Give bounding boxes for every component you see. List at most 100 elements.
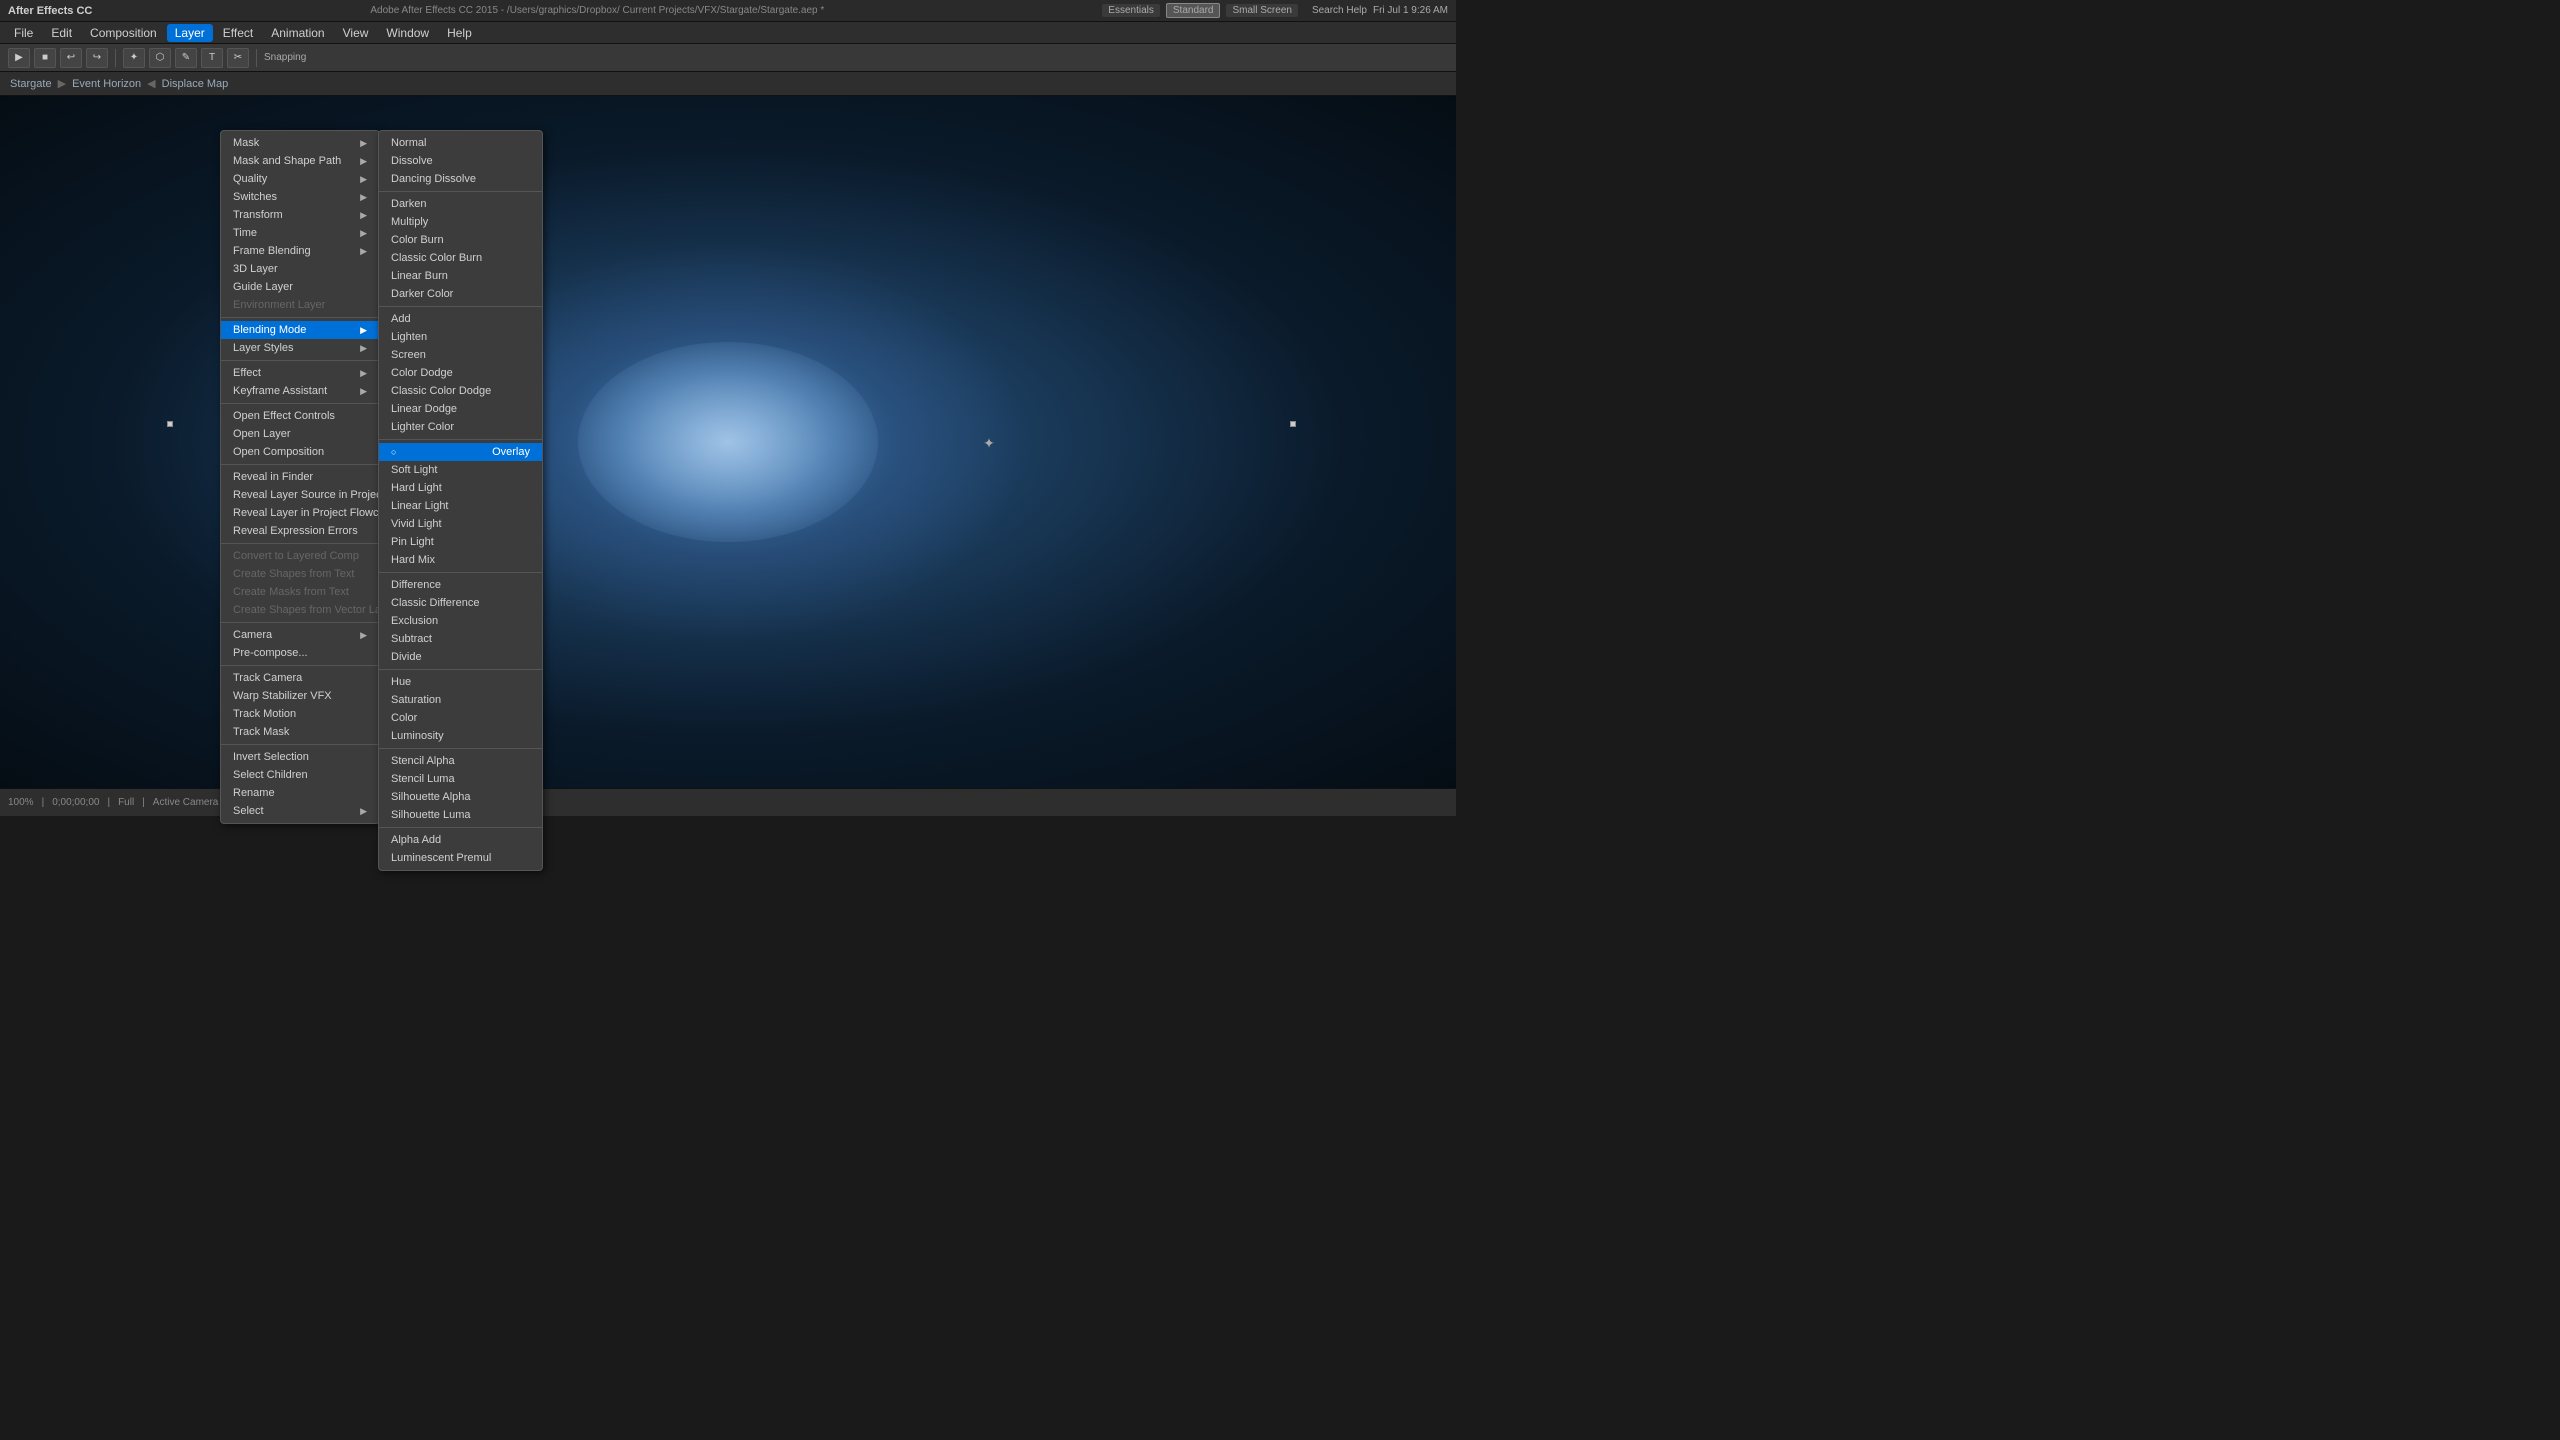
blend-classic-color-burn[interactable]: Classic Color Burn — [379, 249, 542, 267]
workspace-small-screen[interactable]: Small Screen — [1226, 4, 1297, 17]
workspace-essentials[interactable]: Essentials — [1102, 4, 1160, 17]
menu-effect[interactable]: Effect — [215, 24, 261, 42]
menu-mask[interactable]: Mask ▶ — [221, 134, 379, 152]
menu-animation[interactable]: Animation — [263, 24, 332, 42]
menu-reveal-flowchart[interactable]: Reveal Layer in Project Flowchart — [221, 504, 379, 522]
toolbar-btn-2[interactable]: ■ — [34, 48, 56, 68]
menu-track-camera[interactable]: Track Camera — [221, 669, 379, 687]
blend-hard-mix[interactable]: Hard Mix — [379, 551, 542, 569]
menu-composition[interactable]: Composition — [82, 24, 165, 42]
blend-exclusion[interactable]: Exclusion — [379, 612, 542, 630]
blend-lighter-color[interactable]: Lighter Color — [379, 418, 542, 436]
blend-saturation[interactable]: Saturation — [379, 691, 542, 709]
blend-classic-color-dodge[interactable]: Classic Color Dodge — [379, 382, 542, 400]
menu-3d-layer[interactable]: 3D Layer — [221, 260, 379, 278]
menu-transform[interactable]: Transform ▶ — [221, 206, 379, 224]
blend-soft-light-label: Soft Light — [391, 464, 437, 476]
toolbar-btn-5[interactable]: ✦ — [123, 48, 145, 68]
blend-luminosity[interactable]: Luminosity — [379, 727, 542, 745]
blend-divide[interactable]: Divide — [379, 648, 542, 666]
blend-dancing-dissolve[interactable]: Dancing Dissolve — [379, 170, 542, 188]
blend-screen[interactable]: Screen — [379, 346, 542, 364]
blend-luminescent-premul[interactable]: Luminescent Premul — [379, 849, 542, 867]
menu-reveal-expressions[interactable]: Reveal Expression Errors — [221, 522, 379, 540]
menu-open-composition[interactable]: Open Composition — [221, 443, 379, 461]
menu-layer[interactable]: Layer — [167, 24, 213, 42]
blend-alpha-add-label: Alpha Add — [391, 834, 441, 846]
blend-lighten[interactable]: Lighten — [379, 328, 542, 346]
search-help[interactable]: Search Help — [1312, 5, 1367, 16]
blend-add[interactable]: Add — [379, 310, 542, 328]
menu-rename[interactable]: Rename — [221, 784, 379, 802]
ae-app-name[interactable]: After Effects CC — [8, 5, 92, 17]
menu-layer-styles[interactable]: Layer Styles ▶ — [221, 339, 379, 357]
menu-help[interactable]: Help — [439, 24, 480, 42]
blend-subtract[interactable]: Subtract — [379, 630, 542, 648]
blend-classic-difference[interactable]: Classic Difference — [379, 594, 542, 612]
menu-select-children[interactable]: Select Children — [221, 766, 379, 784]
toolbar-btn-1[interactable]: ▶ — [8, 48, 30, 68]
breadcrumb-event-horizon[interactable]: Event Horizon — [72, 78, 141, 90]
blend-linear-light[interactable]: Linear Light — [379, 497, 542, 515]
menu-guide-layer[interactable]: Guide Layer — [221, 278, 379, 296]
menu-pre-compose[interactable]: Pre-compose... — [221, 644, 379, 662]
menu-view[interactable]: View — [335, 24, 377, 42]
timecode[interactable]: 0;00;00;00 — [52, 797, 99, 808]
workspace-standard[interactable]: Standard — [1166, 3, 1221, 18]
menu-camera[interactable]: Camera ▶ — [221, 626, 379, 644]
menu-keyframe-assistant[interactable]: Keyframe Assistant ▶ — [221, 382, 379, 400]
blend-darken[interactable]: Darken — [379, 195, 542, 213]
menu-time[interactable]: Time ▶ — [221, 224, 379, 242]
menu-invert-selection[interactable]: Invert Selection — [221, 748, 379, 766]
blend-hue[interactable]: Hue — [379, 673, 542, 691]
render-quality[interactable]: Full — [118, 797, 134, 808]
blend-pin-light[interactable]: Pin Light — [379, 533, 542, 551]
menu-window[interactable]: Window — [378, 24, 437, 42]
breadcrumb-stargate[interactable]: Stargate — [10, 78, 52, 90]
blend-silhouette-luma[interactable]: Silhouette Luma — [379, 806, 542, 824]
blend-dissolve[interactable]: Dissolve — [379, 152, 542, 170]
blend-multiply[interactable]: Multiply — [379, 213, 542, 231]
menu-switches[interactable]: Switches ▶ — [221, 188, 379, 206]
blend-color-dodge[interactable]: Color Dodge — [379, 364, 542, 382]
menu-track-motion[interactable]: Track Motion — [221, 705, 379, 723]
blend-vivid-light[interactable]: Vivid Light — [379, 515, 542, 533]
menu-reveal-finder[interactable]: Reveal in Finder — [221, 468, 379, 486]
menu-quality[interactable]: Quality ▶ — [221, 170, 379, 188]
blend-difference[interactable]: Difference — [379, 576, 542, 594]
blend-color-burn[interactable]: Color Burn — [379, 231, 542, 249]
menu-file[interactable]: File — [6, 24, 41, 42]
menu-warp-stabilizer[interactable]: Warp Stabilizer VFX — [221, 687, 379, 705]
toolbar-btn-9[interactable]: ✂ — [227, 48, 249, 68]
menu-edit[interactable]: Edit — [43, 24, 80, 42]
menu-effect[interactable]: Effect ▶ — [221, 364, 379, 382]
blend-normal[interactable]: Normal — [379, 134, 542, 152]
menu-open-effect-controls[interactable]: Open Effect Controls — [221, 407, 379, 425]
toolbar-btn-3[interactable]: ↩ — [60, 48, 82, 68]
menu-reveal-source[interactable]: Reveal Layer Source in Project — [221, 486, 379, 504]
blend-stencil-alpha[interactable]: Stencil Alpha — [379, 752, 542, 770]
blend-alpha-add[interactable]: Alpha Add — [379, 831, 542, 849]
blend-linear-burn[interactable]: Linear Burn — [379, 267, 542, 285]
menu-select[interactable]: Select ▶ — [221, 802, 379, 820]
toolbar-btn-6[interactable]: ⬡ — [149, 48, 171, 68]
blend-overlay[interactable]: ○ Overlay — [379, 443, 542, 461]
blend-soft-light[interactable]: Soft Light — [379, 461, 542, 479]
toolbar-btn-8[interactable]: T — [201, 48, 223, 68]
menu-blending-mode[interactable]: Blending Mode ▶ — [221, 321, 379, 339]
blend-linear-dodge[interactable]: Linear Dodge — [379, 400, 542, 418]
toolbar-btn-4[interactable]: ↪ — [86, 48, 108, 68]
menu-mask-shape-path[interactable]: Mask and Shape Path ▶ — [221, 152, 379, 170]
blend-silhouette-alpha[interactable]: Silhouette Alpha — [379, 788, 542, 806]
active-camera[interactable]: Active Camera — [153, 797, 219, 808]
zoom-level[interactable]: 100% — [8, 797, 34, 808]
menu-frame-blending[interactable]: Frame Blending ▶ — [221, 242, 379, 260]
breadcrumb-displace-map[interactable]: Displace Map — [162, 78, 229, 90]
toolbar-btn-7[interactable]: ✎ — [175, 48, 197, 68]
blend-stencil-luma[interactable]: Stencil Luma — [379, 770, 542, 788]
blend-color[interactable]: Color — [379, 709, 542, 727]
menu-open-layer[interactable]: Open Layer — [221, 425, 379, 443]
blend-hard-light[interactable]: Hard Light — [379, 479, 542, 497]
menu-track-mask[interactable]: Track Mask — [221, 723, 379, 741]
blend-darker-color[interactable]: Darker Color — [379, 285, 542, 303]
